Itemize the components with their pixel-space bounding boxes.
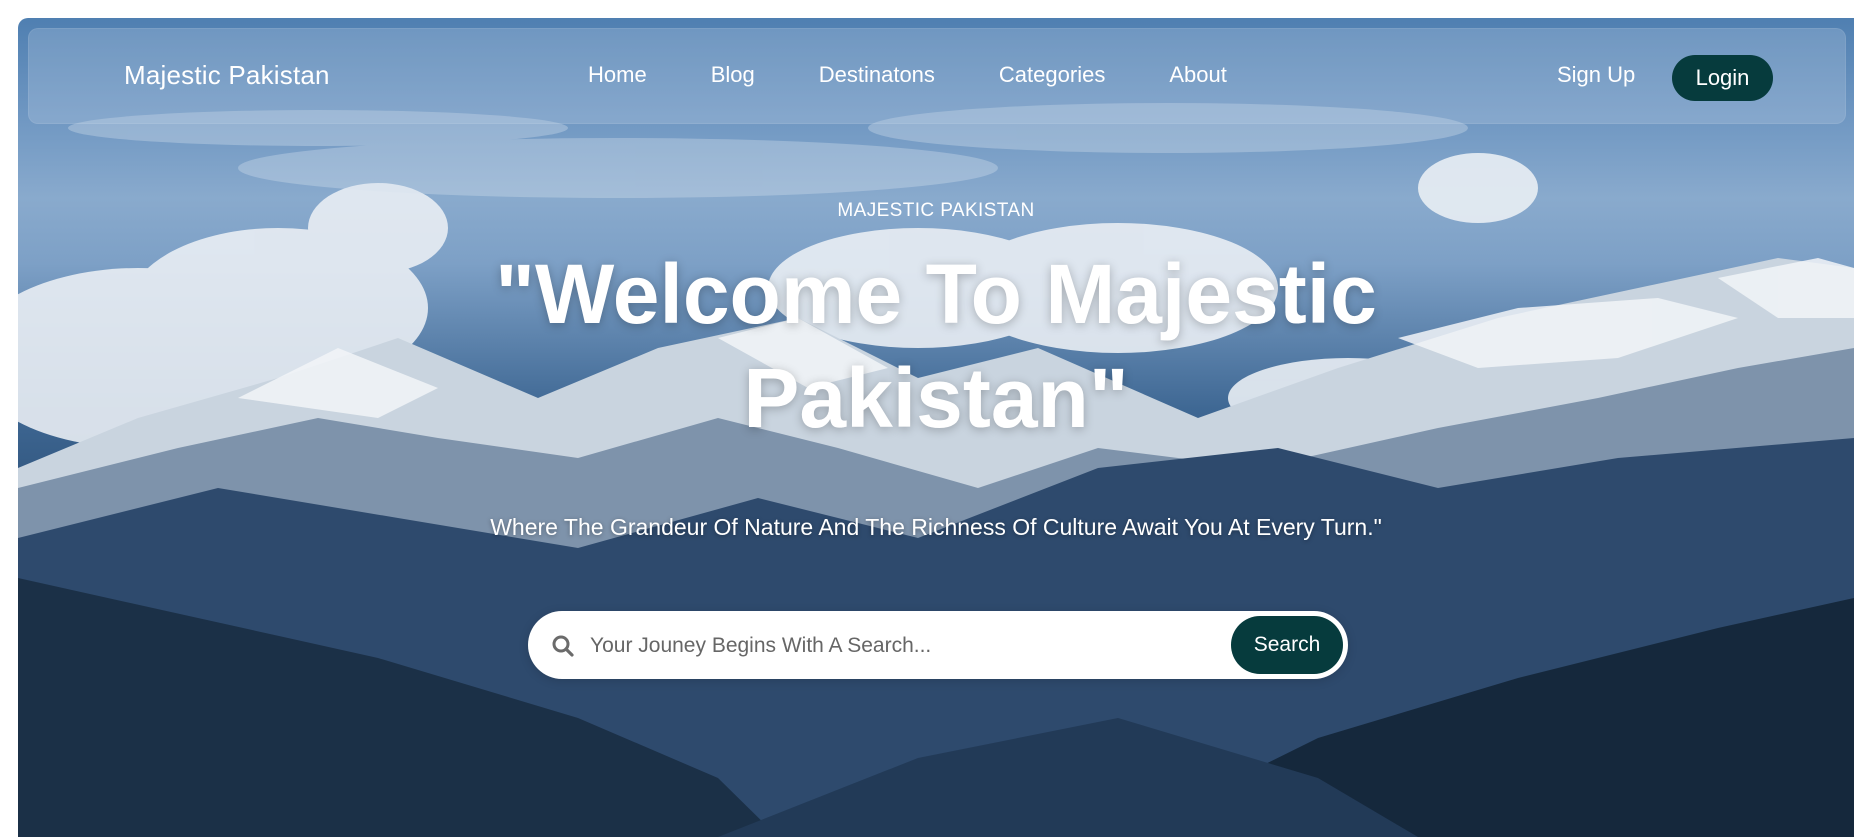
hero-headline: "Welcome To Majestic Pakistan" bbox=[495, 247, 1377, 445]
hero-eyebrow: MAJESTIC PAKISTAN bbox=[837, 200, 1035, 221]
nav-link-about[interactable]: About bbox=[1169, 60, 1227, 90]
nav-links: Home Blog Destinatons Categories About bbox=[588, 60, 1291, 90]
nav-link-blog[interactable]: Blog bbox=[711, 60, 755, 90]
search-button[interactable]: Search bbox=[1231, 616, 1343, 674]
nav-link-destinations[interactable]: Destinatons bbox=[819, 60, 935, 90]
nav-link-home[interactable]: Home bbox=[588, 60, 647, 90]
navbar: Majestic Pakistan Home Blog Destinatons … bbox=[28, 28, 1846, 124]
signup-link[interactable]: Sign Up bbox=[1557, 60, 1635, 90]
search-bar: Search bbox=[528, 611, 1348, 679]
search-input[interactable] bbox=[588, 625, 1212, 667]
brand-logo[interactable]: Majestic Pakistan bbox=[124, 58, 330, 92]
hero-section: Majestic Pakistan Home Blog Destinatons … bbox=[18, 18, 1854, 837]
nav-link-categories[interactable]: Categories bbox=[999, 60, 1105, 90]
search-icon bbox=[552, 635, 574, 657]
login-button[interactable]: Login bbox=[1672, 55, 1773, 101]
hero-subtitle: Where The Grandeur Of Nature And The Ric… bbox=[490, 514, 1382, 540]
